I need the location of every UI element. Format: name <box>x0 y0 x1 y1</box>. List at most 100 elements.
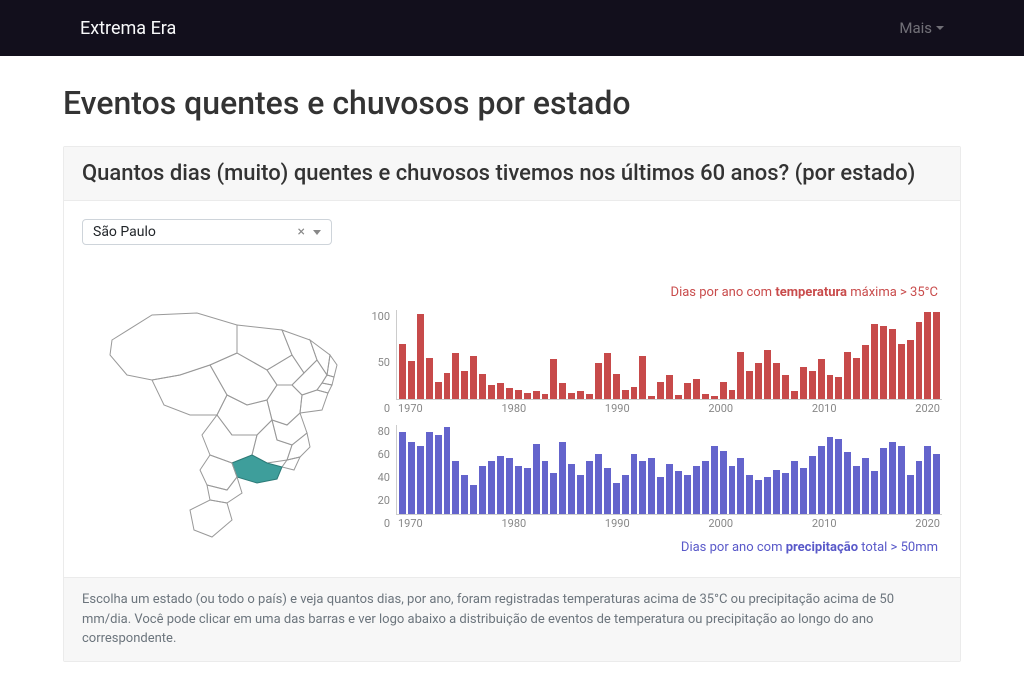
bar-1989[interactable] <box>648 396 655 399</box>
bar-2007[interactable] <box>809 371 816 399</box>
navbar-brand[interactable]: Extrema Era <box>32 18 176 39</box>
nav-more-dropdown[interactable]: Mais <box>899 19 992 37</box>
bar-1983[interactable] <box>595 363 602 399</box>
bar-1988[interactable] <box>639 461 646 514</box>
bar-2012[interactable] <box>853 466 860 514</box>
bar-1994[interactable] <box>693 379 700 399</box>
bar-1971[interactable] <box>488 385 495 399</box>
bar-2003[interactable] <box>773 470 780 514</box>
state-sao-paulo[interactable] <box>232 455 282 483</box>
bar-1997[interactable] <box>720 382 727 399</box>
bar-1975[interactable] <box>524 393 531 399</box>
bar-1998[interactable] <box>729 390 736 399</box>
bar-2019[interactable] <box>916 461 923 514</box>
bar-2010[interactable] <box>835 377 842 399</box>
bar-1973[interactable] <box>506 458 513 514</box>
bar-1978[interactable] <box>550 359 557 399</box>
state-ro-ac[interactable] <box>152 365 227 415</box>
bar-2015[interactable] <box>880 326 887 399</box>
bar-1974[interactable] <box>515 466 522 514</box>
bar-1984[interactable] <box>604 468 611 514</box>
bar-2011[interactable] <box>844 452 851 514</box>
bar-2009[interactable] <box>827 375 834 399</box>
bar-2009[interactable] <box>827 437 834 514</box>
bar-2015[interactable] <box>880 448 887 514</box>
state-amazonas[interactable] <box>110 313 237 380</box>
bar-1977[interactable] <box>542 394 549 399</box>
bar-1964[interactable] <box>426 432 433 514</box>
bar-1986[interactable] <box>622 475 629 514</box>
bar-1961[interactable] <box>399 432 406 514</box>
bar-2002[interactable] <box>764 477 771 514</box>
state-rs[interactable] <box>190 500 232 537</box>
bar-1970[interactable] <box>479 466 486 514</box>
bar-2020[interactable] <box>924 312 931 399</box>
state-para[interactable] <box>237 325 292 370</box>
state-pe[interactable] <box>317 383 332 393</box>
bar-2004[interactable] <box>782 473 789 514</box>
bar-1967[interactable] <box>452 353 459 399</box>
bar-1995[interactable] <box>702 394 709 399</box>
bar-2001[interactable] <box>755 363 762 399</box>
bar-2021[interactable] <box>933 312 940 399</box>
bar-1993[interactable] <box>684 475 691 514</box>
bar-1996[interactable] <box>711 396 718 399</box>
state-select[interactable]: São Paulo × <box>82 219 332 245</box>
bar-1981[interactable] <box>577 391 584 399</box>
bar-2021[interactable] <box>933 454 940 514</box>
bar-1973[interactable] <box>506 388 513 399</box>
bar-1988[interactable] <box>639 356 646 400</box>
bar-2002[interactable] <box>764 350 771 399</box>
bar-1963[interactable] <box>417 314 424 399</box>
bar-1989[interactable] <box>648 458 655 514</box>
bar-1969[interactable] <box>470 485 477 514</box>
bar-2001[interactable] <box>755 480 762 514</box>
bar-1994[interactable] <box>693 466 700 514</box>
bar-1998[interactable] <box>729 466 736 514</box>
bar-2000[interactable] <box>746 371 753 399</box>
bar-1968[interactable] <box>461 371 468 399</box>
bar-2005[interactable] <box>791 461 798 514</box>
bar-1995[interactable] <box>702 461 709 514</box>
bar-1963[interactable] <box>417 446 424 514</box>
bar-2005[interactable] <box>791 391 798 399</box>
bar-2008[interactable] <box>818 446 825 514</box>
bar-2011[interactable] <box>844 352 851 399</box>
bar-1966[interactable] <box>444 427 451 514</box>
bar-2014[interactable] <box>871 324 878 399</box>
bar-1966[interactable] <box>444 373 451 399</box>
bar-1984[interactable] <box>604 353 611 399</box>
bar-2013[interactable] <box>862 458 869 514</box>
bar-1987[interactable] <box>631 387 638 399</box>
bar-2004[interactable] <box>782 375 789 399</box>
bar-2016[interactable] <box>889 329 896 399</box>
state-goias[interactable] <box>217 395 272 435</box>
bar-1990[interactable] <box>657 477 664 514</box>
bar-1968[interactable] <box>461 475 468 514</box>
state-sc[interactable] <box>207 477 242 503</box>
bar-2003[interactable] <box>773 363 780 399</box>
bar-2008[interactable] <box>818 359 825 399</box>
bar-1971[interactable] <box>488 461 495 514</box>
bar-1993[interactable] <box>684 383 691 399</box>
bar-1990[interactable] <box>657 382 664 399</box>
bar-1980[interactable] <box>568 393 575 399</box>
bar-1972[interactable] <box>497 456 504 514</box>
bar-2019[interactable] <box>916 322 923 400</box>
bar-1962[interactable] <box>408 442 415 515</box>
bar-1999[interactable] <box>737 458 744 514</box>
bar-1985[interactable] <box>613 483 620 514</box>
bar-2006[interactable] <box>800 367 807 399</box>
bar-1979[interactable] <box>559 442 566 515</box>
bar-1976[interactable] <box>533 391 540 399</box>
bar-1992[interactable] <box>675 395 682 399</box>
temperature-bars[interactable] <box>396 310 942 400</box>
bar-2017[interactable] <box>898 344 905 399</box>
bar-1967[interactable] <box>452 461 459 514</box>
state-es[interactable] <box>287 433 310 460</box>
bar-1961[interactable] <box>399 344 406 399</box>
bar-2020[interactable] <box>924 446 931 514</box>
bar-1987[interactable] <box>631 454 638 514</box>
state-mt[interactable] <box>210 353 277 405</box>
bar-1976[interactable] <box>533 444 540 514</box>
